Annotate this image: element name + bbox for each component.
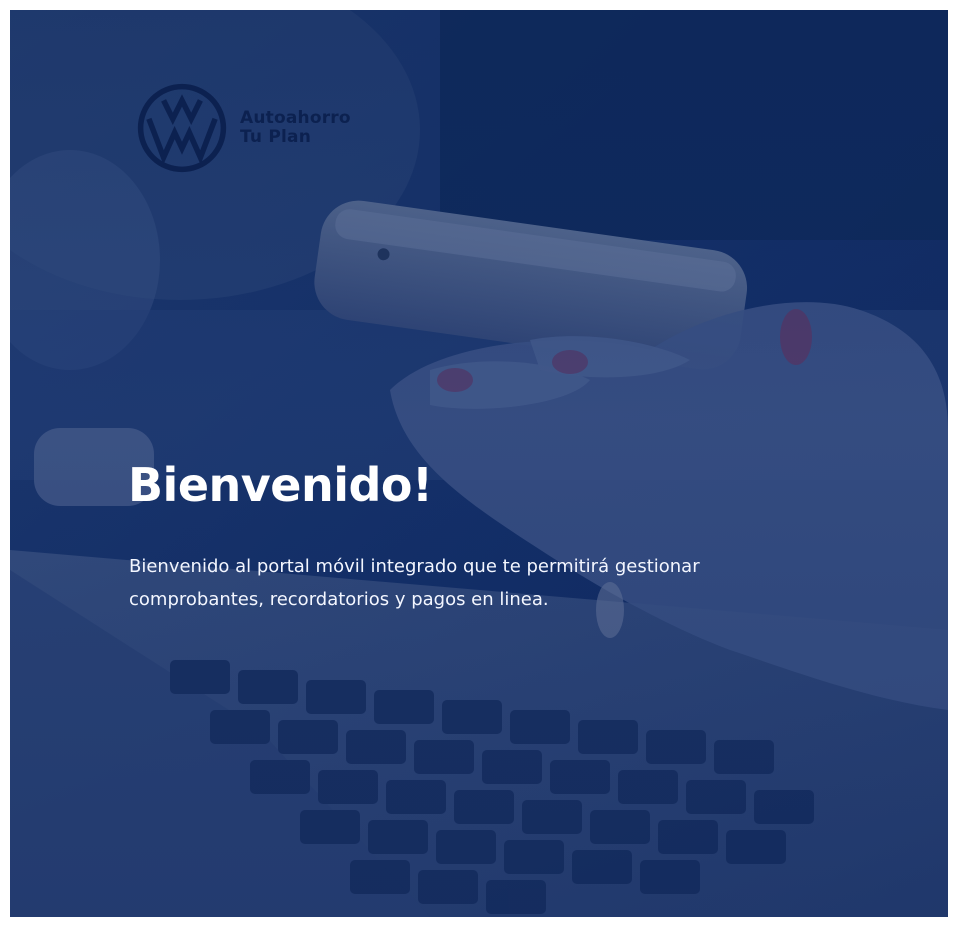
welcome-title: Bienvenido! [128,458,433,512]
brand-name: Autoahorro Tu Plan [240,109,351,147]
welcome-screen: Autoahorro Tu Plan Bienvenido! Bienvenid… [10,10,948,917]
welcome-description: Bienvenido al portal móvil integrado que… [129,556,700,610]
brand-line-1: Autoahorro [240,108,351,128]
brand-line-2: Tu Plan [240,127,312,147]
vw-logo-icon [137,83,227,173]
brand-header: Autoahorro Tu Plan [136,82,351,174]
